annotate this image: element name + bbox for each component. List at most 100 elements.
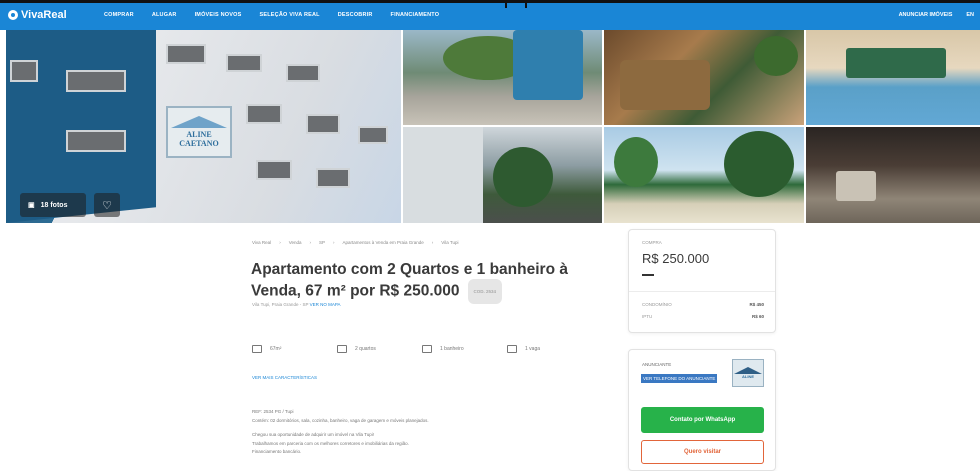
photo-gallery: ALINE CAETANO ▣ 18 fotos ♡ — [6, 30, 980, 223]
sign-line1: ALINE — [186, 130, 212, 139]
window-shape — [358, 126, 388, 144]
feature-label: 2 quartos — [355, 346, 376, 352]
description-line: Financiamento bancário. — [252, 449, 302, 454]
breadcrumb: Viva Real › Venda › SP › Apartamentos à … — [252, 240, 458, 245]
breadcrumb-item[interactable]: Vila Tupi — [441, 240, 458, 245]
feature-area: 67m² — [252, 345, 337, 353]
nav-comprar[interactable]: COMPRAR — [104, 12, 134, 18]
breadcrumb-item[interactable]: Apartamentos à Venda em Praia Grande — [342, 240, 423, 245]
description-line: Chegou sua oportunidade de adquirir um i… — [252, 432, 374, 437]
window-shape — [306, 114, 340, 134]
listing-description: REF: 2534 PG / Tupi Contém: 02 dormitóri… — [252, 408, 592, 457]
feature-bedrooms: 2 quartos — [337, 345, 422, 353]
feature-bathrooms: 1 banheiro — [422, 345, 507, 353]
sign-roof-icon — [171, 116, 227, 128]
photo-beach[interactable] — [604, 127, 804, 223]
listing-title-text: Apartamento com 2 Quartos e 1 banheiro à… — [251, 261, 568, 300]
breadcrumb-separator: › — [309, 240, 311, 245]
logo-text: VivaReal — [21, 9, 67, 21]
iptu-value: R$ 60 — [751, 314, 764, 319]
address-text: Vila Tupi, Praia Grande - SP — [252, 302, 309, 307]
breadcrumb-item[interactable]: SP — [319, 240, 325, 245]
features-row: 67m² 2 quartos 1 banheiro 1 vaga — [252, 345, 592, 353]
breadcrumb-separator: › — [431, 240, 434, 245]
feature-label: 1 vaga — [525, 346, 541, 352]
advertiser-label: ANUNCIANTE — [642, 362, 672, 367]
window-shape — [226, 54, 262, 72]
window-shape — [316, 168, 350, 188]
chair-shape — [620, 60, 710, 110]
breadcrumb-item[interactable]: Venda — [289, 240, 302, 245]
main-nav: COMPRAR ALUGAR IMÓVEIS NOVOS SELEÇÃO VIV… — [104, 12, 439, 18]
description-line: Trabalhamos em parceria com os melhores … — [252, 440, 409, 446]
condo-label: CONDOMÍNIO — [642, 302, 672, 307]
breadcrumb-item[interactable]: Viva Real — [252, 240, 271, 245]
visit-button[interactable]: Quero visitar — [641, 440, 764, 464]
heart-icon: ♡ — [102, 199, 112, 212]
window-shape — [166, 44, 206, 64]
plant-shape — [754, 36, 798, 76]
nav-descobrir[interactable]: DESCOBRIR — [338, 12, 373, 18]
window-shape — [10, 60, 38, 82]
iptu-row: IPTU R$ 60 — [642, 314, 764, 319]
palm-shape — [493, 147, 553, 207]
window-shape — [286, 64, 320, 82]
site-logo[interactable]: VivaReal — [8, 9, 67, 21]
nav-right: ANUNCIAR IMÓVEIS EN — [899, 12, 974, 18]
whatsapp-button[interactable]: Contato por WhatsApp — [641, 407, 764, 433]
more-features-link[interactable]: VER MAIS CARACTERÍSTICAS — [252, 375, 317, 380]
window-edge — [0, 0, 980, 3]
nav-selecao[interactable]: SELEÇÃO VIVA REAL — [259, 12, 319, 18]
building-shape — [513, 30, 583, 100]
listing-code-badge: COD. 2534 — [467, 279, 503, 304]
window-shape — [256, 160, 292, 180]
table-shape — [846, 48, 946, 78]
advertiser-logo[interactable]: ALINE — [732, 359, 764, 387]
breadcrumb-separator: › — [332, 240, 335, 245]
condo-row: CONDOMÍNIO R$ 450 — [642, 302, 764, 307]
breadcrumb-separator: › — [279, 240, 281, 245]
photo-game-room[interactable] — [806, 30, 980, 125]
listing-title: Apartamento com 2 Quartos e 1 banheiro à… — [251, 260, 601, 304]
condo-value: R$ 450 — [749, 302, 764, 307]
bath-icon — [422, 345, 432, 353]
description-line: REF: 2534 PG / Tupi — [252, 409, 294, 414]
photo-exterior[interactable] — [403, 30, 602, 125]
garage-icon — [507, 345, 517, 353]
show-phone-link[interactable]: VER TELEFONE DO ANUNCIANTE — [641, 374, 718, 383]
iptu-label: IPTU — [642, 314, 653, 319]
tree-shape — [724, 131, 794, 197]
photos-button[interactable]: ▣ 18 fotos — [20, 193, 86, 217]
nav-financiamento[interactable]: FINANCIAMENTO — [391, 12, 440, 18]
photos-button-label: 18 fotos — [40, 201, 68, 209]
bed-icon — [337, 345, 347, 353]
window-shape — [246, 104, 282, 124]
house-icon — [734, 367, 762, 374]
photo-garage[interactable] — [806, 127, 980, 223]
agency-sign: ALINE CAETANO — [166, 106, 232, 158]
main-photo[interactable]: ALINE CAETANO ▣ 18 fotos ♡ — [6, 30, 401, 223]
price-label: COMPRA — [642, 240, 662, 245]
car-shape — [836, 171, 876, 201]
nav-anunciar[interactable]: ANUNCIAR IMÓVEIS — [899, 12, 953, 18]
photo-street[interactable] — [403, 127, 602, 223]
nav-imoveis-novos[interactable]: IMÓVEIS NOVOS — [195, 12, 242, 18]
favorite-button[interactable]: ♡ — [94, 193, 120, 217]
price-dash — [642, 274, 654, 276]
sign-line2: CAETANO — [179, 139, 219, 148]
advertiser-logo-text: ALINE — [742, 374, 754, 379]
price-divider — [629, 291, 775, 292]
top-navigation-bar: VivaReal COMPRAR ALUGAR IMÓVEIS NOVOS SE… — [0, 0, 980, 30]
feature-parking: 1 vaga — [507, 345, 592, 353]
window-shape — [66, 130, 126, 152]
map-link[interactable]: VER NO MAPA — [310, 302, 341, 307]
window-notch — [505, 0, 527, 8]
photo-balcony[interactable] — [604, 30, 804, 125]
price-value: R$ 250.000 — [642, 251, 710, 266]
nav-alugar[interactable]: ALUGAR — [152, 12, 177, 18]
contact-card: ANUNCIANTE VER TELEFONE DO ANUNCIANTE AL… — [628, 349, 776, 471]
palm-shape — [614, 137, 658, 187]
price-card: COMPRA R$ 250.000 CONDOMÍNIO R$ 450 IPTU… — [628, 229, 776, 333]
area-icon — [252, 345, 262, 353]
nav-language[interactable]: EN — [966, 12, 974, 18]
